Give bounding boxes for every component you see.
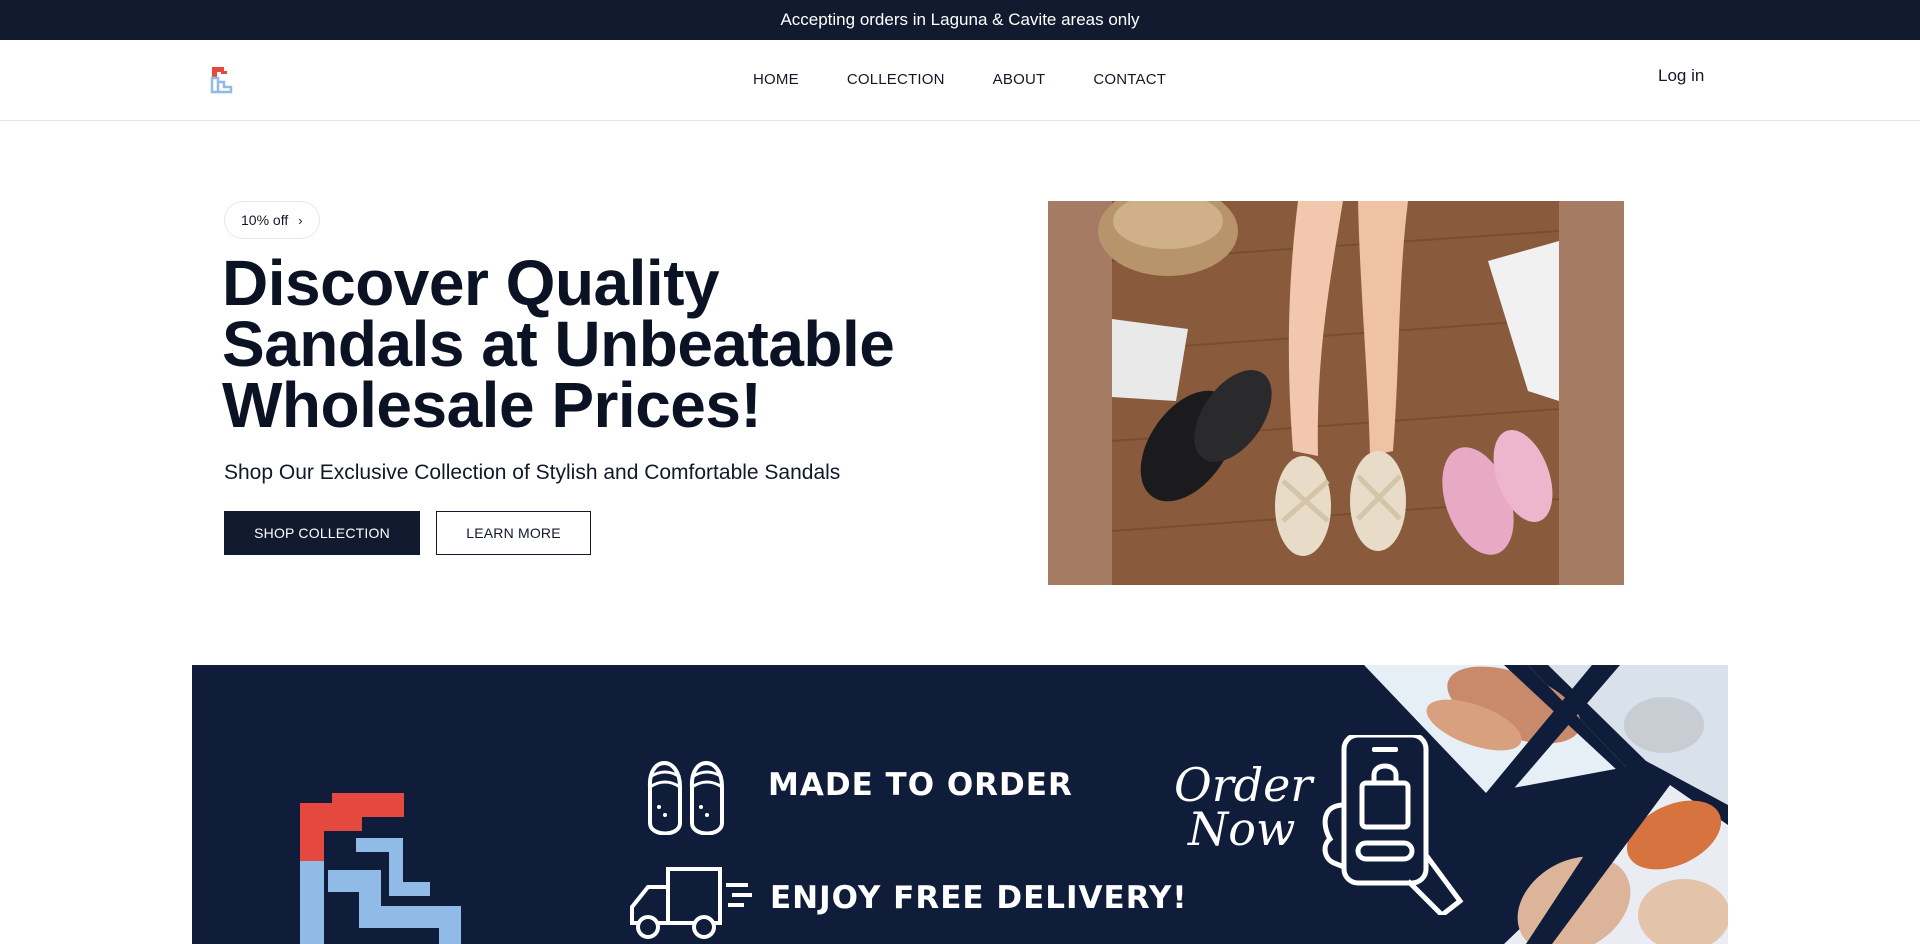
shop-collection-button[interactable]: SHOP COLLECTION — [224, 511, 420, 555]
discount-badge[interactable]: 10% off › — [224, 201, 320, 239]
announcement-text: Accepting orders in Laguna & Cavite area… — [780, 10, 1140, 29]
discount-badge-label: 10% off — [241, 212, 289, 228]
site-header: HOME COLLECTION ABOUT CONTACT Log in — [0, 40, 1920, 121]
order-now-text: Order Now — [1174, 758, 1313, 856]
sandal-collage-image — [1364, 665, 1728, 944]
made-to-order-text: MADE TO ORDER — [768, 767, 1073, 803]
hero-title-line-2: Sandals at Unbeatable — [222, 308, 895, 380]
hero-title: Discover Quality Sandals at Unbeatable W… — [222, 247, 922, 441]
logo-icon[interactable] — [209, 65, 239, 95]
main-nav: HOME COLLECTION ABOUT CONTACT — [753, 71, 1166, 88]
slippers-icon — [644, 747, 728, 840]
login-link[interactable]: Log in — [1658, 66, 1704, 86]
delivery-truck-icon — [628, 865, 754, 944]
hero-product-image — [1048, 201, 1624, 585]
hero-title-line-3: Wholesale Prices! — [222, 369, 762, 441]
hero-subtitle: Shop Our Exclusive Collection of Stylish… — [224, 461, 841, 484]
logo-icon — [300, 793, 470, 944]
nav-about[interactable]: ABOUT — [993, 71, 1046, 88]
learn-more-button[interactable]: LEARN MORE — [436, 511, 591, 555]
hero-title-line-1: Discover Quality — [222, 247, 720, 319]
nav-contact[interactable]: CONTACT — [1093, 71, 1166, 88]
order-now-line-2: Now — [1188, 802, 1296, 856]
free-delivery-text: ENJOY FREE DELIVERY! — [770, 880, 1188, 916]
nav-collection[interactable]: COLLECTION — [847, 71, 945, 88]
nav-home[interactable]: HOME — [753, 71, 799, 88]
promo-banner: MADE TO ORDER ENJOY FREE DELIVERY! Order… — [192, 665, 1728, 944]
order-now-line-1: Order — [1174, 758, 1313, 812]
chevron-right-icon: › — [298, 212, 303, 228]
announcement-bar: Accepting orders in Laguna & Cavite area… — [0, 0, 1920, 40]
